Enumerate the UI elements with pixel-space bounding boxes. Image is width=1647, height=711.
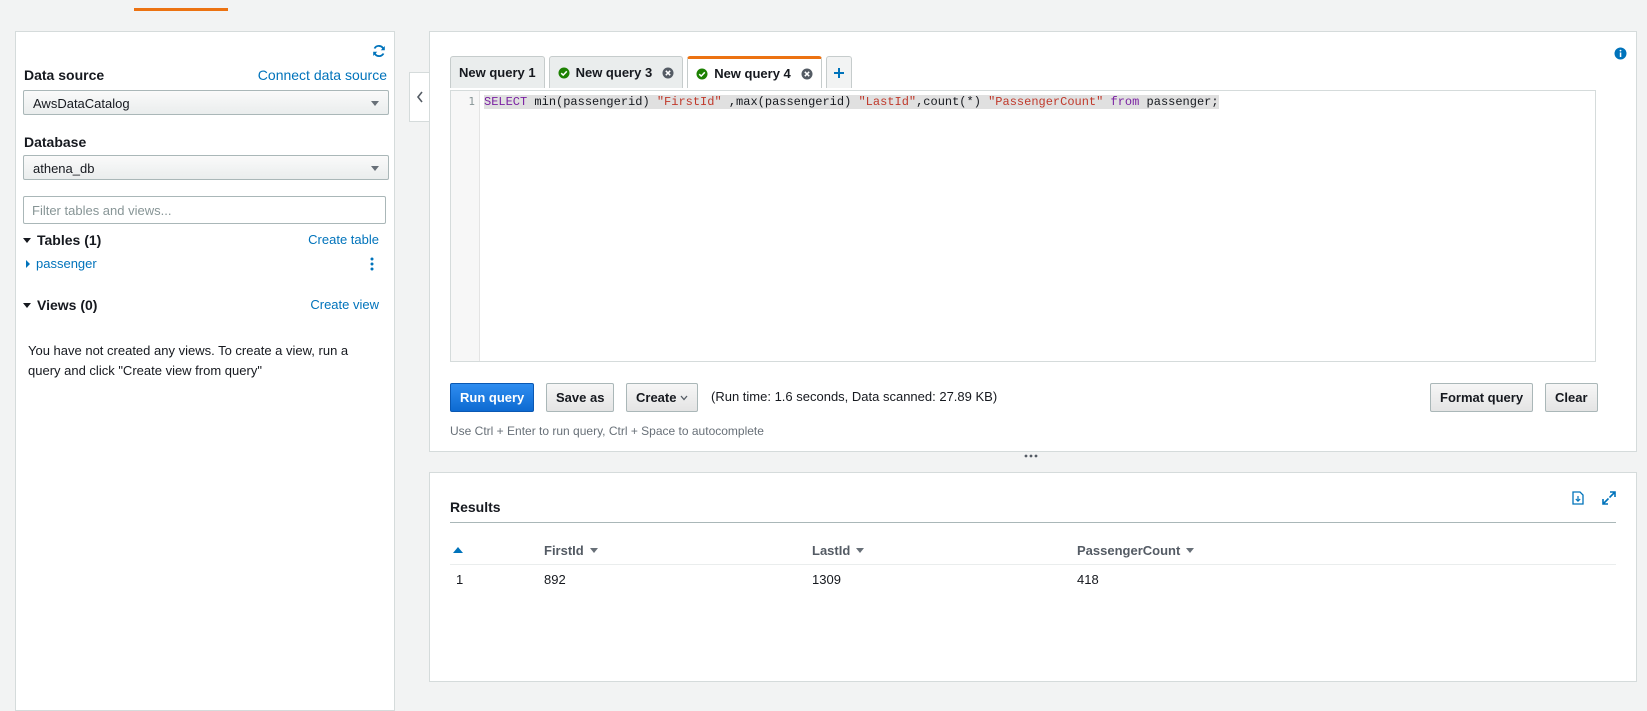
active-nav-indicator [134, 8, 228, 11]
sql-string: "LastId" [858, 95, 917, 109]
data-source-label: Data source [24, 67, 105, 83]
top-navigation-strip [0, 0, 1647, 11]
expand-icon[interactable] [1602, 491, 1616, 505]
create-table-link[interactable]: Create table [308, 232, 379, 247]
sql-string: "FirstId" [656, 95, 722, 109]
caret-down-icon [23, 302, 31, 308]
create-label: Create [636, 390, 677, 405]
keyboard-hint: Use Ctrl + Enter to run query, Ctrl + Sp… [450, 424, 764, 438]
close-tab-icon[interactable] [801, 68, 813, 80]
table-item-passenger[interactable]: passenger [26, 256, 97, 271]
query-tabs: New query 1 New query 3 New query 4 [450, 56, 856, 88]
line-number-gutter: 1 [451, 91, 480, 361]
cell-lastid: 1309 [812, 572, 841, 587]
column-header-passengercount[interactable]: PassengerCount [1077, 543, 1195, 558]
tables-section-toggle[interactable]: Tables (1) [23, 232, 101, 248]
row-index: 1 [456, 572, 464, 587]
info-icon[interactable] [1614, 47, 1627, 60]
filter-tables-input[interactable] [23, 196, 386, 224]
sql-code-line: SELECT min(passengerid) "FirstId" ,max(p… [484, 94, 1219, 110]
cell-firstid: 892 [544, 572, 566, 587]
sql-string: "PassengerCount" [988, 95, 1104, 109]
row-divider [450, 564, 1616, 565]
check-circle-icon [696, 68, 708, 79]
tables-header: Tables (1) [37, 232, 102, 248]
results-title: Results [450, 499, 501, 515]
caret-down-icon [856, 548, 865, 553]
caret-down-icon [589, 548, 598, 553]
resize-handle-icon[interactable] [1024, 454, 1038, 458]
collapse-sidebar-button[interactable] [409, 72, 430, 122]
caret-right-icon [26, 259, 30, 268]
add-query-tab-button[interactable] [825, 56, 852, 88]
tab-new-query-3[interactable]: New query 3 [548, 56, 684, 88]
connect-data-source-link[interactable]: Connect data source [258, 67, 387, 83]
sql-text: passenger; [1139, 95, 1219, 109]
sql-keyword: from [1103, 95, 1140, 109]
results-panel: Results FirstId LastId PassengerCount 1 … [429, 472, 1637, 682]
results-divider [450, 522, 1616, 523]
run-stats: (Run time: 1.6 seconds, Data scanned: 27… [711, 389, 998, 404]
column-header-label: FirstId [544, 543, 584, 558]
database-value: athena_db [33, 161, 95, 176]
database-label: Database [24, 134, 87, 150]
column-header-label: PassengerCount [1077, 543, 1181, 558]
tab-label: New query 3 [575, 65, 653, 80]
sql-text: min(passengerid) [527, 95, 657, 109]
line-number: 1 [468, 95, 475, 108]
column-header-label: LastId [812, 543, 851, 558]
refresh-icon[interactable] [372, 44, 386, 58]
column-header-lastid[interactable]: LastId [812, 543, 865, 558]
plus-icon [833, 67, 844, 78]
sidebar: Data source Connect data source AwsDataC… [15, 31, 395, 711]
column-header-firstid[interactable]: FirstId [544, 543, 598, 558]
save-as-button[interactable]: Save as [546, 383, 615, 412]
format-query-button[interactable]: Format query [1430, 383, 1534, 412]
check-circle-icon [558, 67, 570, 78]
sql-text: ,count(*) [916, 95, 989, 109]
chevron-down-icon [371, 101, 379, 106]
tab-new-query-4[interactable]: New query 4 [687, 56, 822, 88]
sort-ascending-icon[interactable] [453, 547, 463, 553]
create-dropdown-button[interactable]: Create [626, 383, 699, 412]
tab-label: New query 1 [459, 65, 536, 80]
caret-down-icon [23, 237, 31, 243]
table-name: passenger [36, 256, 97, 271]
sql-keyword: SELECT [484, 95, 528, 109]
query-editor-panel: New query 1 New query 3 New query 4 1 SE… [429, 31, 1637, 452]
clear-button[interactable]: Clear [1545, 383, 1598, 412]
tab-new-query-1[interactable]: New query 1 [450, 56, 545, 88]
views-empty-note: You have not created any views. To creat… [28, 343, 349, 378]
more-options-icon[interactable] [370, 257, 374, 271]
views-header: Views (0) [37, 297, 98, 313]
database-select[interactable]: athena_db [23, 155, 389, 180]
close-tab-icon[interactable] [662, 67, 674, 79]
chevron-down-icon [371, 166, 379, 171]
run-query-button[interactable]: Run query [450, 383, 535, 412]
chevron-left-icon [416, 91, 423, 103]
download-results-icon[interactable] [1572, 491, 1584, 505]
caret-down-icon [1186, 548, 1195, 553]
sql-text: ,max(passengerid) [721, 95, 859, 109]
tab-label: New query 4 [714, 66, 791, 81]
chevron-down-icon [680, 395, 688, 400]
sql-editor[interactable]: 1 SELECT min(passengerid) "FirstId" ,max… [450, 90, 1596, 362]
create-view-link[interactable]: Create view [310, 297, 379, 312]
cell-passengercount: 418 [1077, 572, 1099, 587]
data-source-value: AwsDataCatalog [33, 96, 130, 111]
views-section-toggle[interactable]: Views (0) [23, 297, 97, 313]
data-source-select[interactable]: AwsDataCatalog [23, 90, 389, 115]
